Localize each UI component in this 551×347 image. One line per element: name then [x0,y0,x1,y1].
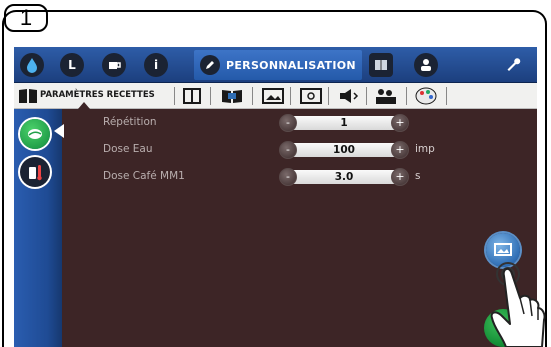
divider [328,87,329,105]
active-tab-indicator [78,102,90,109]
decrement-button[interactable]: - [279,114,297,132]
figures-icon[interactable] [374,87,398,105]
dose-cafe-unit: s [415,170,421,182]
user-icon[interactable] [414,53,438,77]
dose-cafe-value: 3.0 [334,171,354,183]
step-number-badge: 1 [4,4,48,32]
pointing-hand-icon [490,262,546,347]
param-label-repetition: Répétition [103,116,157,128]
book-icon[interactable] [182,87,202,105]
coffee-bean-icon [28,129,42,139]
open-book-icon[interactable] [220,87,244,105]
divider [446,87,447,105]
coffee-recipe-button[interactable] [20,119,50,149]
sub-navigation-bar: PARAMÈTRES RECETTES [14,83,537,109]
tab-personnalisation[interactable]: PERSONNALISATION [194,50,362,80]
divider [406,87,407,105]
dose-eau-value: 100 [333,144,355,156]
frame-icon[interactable] [300,87,322,105]
left-sidebar [14,109,62,347]
book-icon[interactable] [369,53,393,77]
recipe-book-icon [19,89,37,103]
divider [366,87,367,105]
cup-icon[interactable] [102,53,126,77]
speaker-icon[interactable] [338,87,360,105]
info-icon[interactable]: i [144,53,168,77]
pencil-icon [200,55,220,75]
divider [290,87,291,105]
increment-button[interactable]: + [391,141,409,159]
tab-parametres-recettes[interactable]: PARAMÈTRES RECETTES [40,90,155,100]
repetition-stepper: 1 - + [279,114,409,132]
divider [210,87,211,105]
top-navigation-bar: L i PERSONNALISATION [14,47,537,83]
machine-screen: L i PERSONNALISATION PARAMÈTRES RECETTES [14,47,537,347]
palette-icon[interactable] [414,87,438,105]
image-icon[interactable] [262,87,284,105]
dose-cafe-stepper: 3.0 - + [279,168,409,186]
increment-button[interactable]: + [391,168,409,186]
milk-thermometer-icon [29,165,42,181]
divider [174,87,175,105]
param-label-dose-eau: Dose Eau [103,143,153,155]
param-label-dose-cafe: Dose Café MM1 [103,170,185,182]
dose-eau-stepper: 100 - + [279,141,409,159]
decrement-button[interactable]: - [279,141,297,159]
water-drop-icon[interactable] [20,53,44,77]
size-icon[interactable]: L [60,53,84,77]
tab-personnalisation-label: PERSONNALISATION [226,58,356,72]
increment-button[interactable]: + [391,114,409,132]
divider [252,87,253,105]
wrench-icon[interactable] [502,53,526,77]
repetition-value: 1 [340,117,348,129]
dose-eau-unit: imp [415,143,435,155]
milk-temperature-button[interactable] [20,157,50,187]
decrement-button[interactable]: - [279,168,297,186]
sidebar-active-pointer [54,124,64,138]
